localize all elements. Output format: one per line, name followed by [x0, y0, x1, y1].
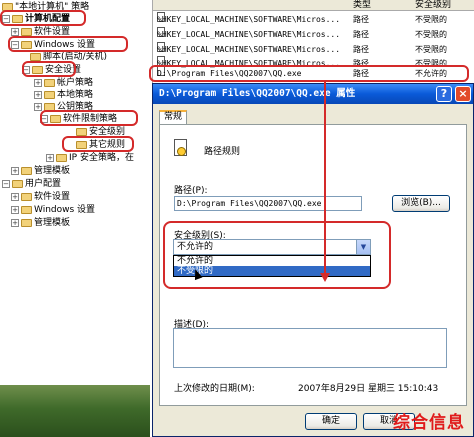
annotation-other-rules: [62, 136, 134, 152]
properties-dialog: D:\Program Files\QQ2007\QQ.exe 属性 ? × 常规…: [152, 83, 474, 437]
folder-icon: [21, 206, 32, 214]
folder-icon: [44, 91, 55, 99]
expand-icon[interactable]: +: [34, 79, 42, 87]
folder-icon: [21, 28, 32, 36]
help-button[interactable]: ?: [436, 86, 452, 102]
expand-icon[interactable]: +: [11, 28, 19, 36]
annotation-security-settings: [22, 61, 76, 77]
list-item[interactable]: %HKEY_LOCAL_MACHINE\SOFTWARE\Micros... 路…: [153, 42, 474, 57]
tree-item-account-policies[interactable]: + 帐户策略: [34, 77, 93, 89]
description-textarea[interactable]: [173, 328, 447, 368]
column-header-security-level[interactable]: 安全级别: [415, 0, 451, 11]
user-icon: [12, 180, 23, 188]
browse-button[interactable]: 浏览(B)...: [392, 195, 450, 212]
desktop-background: [0, 385, 150, 437]
list-header: 类型 安全级别: [153, 0, 474, 11]
list-item[interactable]: %HKEY_LOCAL_MACHINE\SOFTWARE\Micros... 路…: [153, 12, 474, 27]
close-button[interactable]: ×: [455, 86, 471, 102]
expand-icon[interactable]: +: [11, 219, 19, 227]
annotation-arrow: [324, 81, 326, 276]
annotation-qq-rule: [149, 65, 469, 82]
tab-general[interactable]: 常规: [159, 110, 187, 124]
collapse-icon[interactable]: −: [2, 180, 10, 188]
annotation-software-restriction: [40, 110, 138, 126]
tree-item-local-policies[interactable]: + 本地策略: [34, 89, 93, 101]
watermark-logo: 综合信息: [393, 413, 465, 433]
path-label: 路径(P):: [174, 186, 208, 196]
folder-icon: [21, 167, 32, 175]
dialog-title-bar[interactable]: D:\Program Files\QQ2007\QQ.exe 属性: [153, 84, 473, 104]
expand-icon[interactable]: +: [46, 154, 54, 162]
tree-item-user-software-settings[interactable]: + 软件设置: [11, 191, 70, 203]
expand-icon[interactable]: +: [11, 193, 19, 201]
folder-icon: [76, 128, 87, 136]
tree-item-ip-security[interactable]: + IP 安全策略，在: [46, 152, 134, 164]
annotation-computer-config: [0, 10, 86, 26]
scripts-icon: [30, 53, 41, 61]
folder-icon: [21, 219, 32, 227]
folder-icon: [21, 193, 32, 201]
annotation-windows-settings: [8, 36, 128, 52]
list-item[interactable]: %HKEY_LOCAL_MACHINE\SOFTWARE\Micros... 路…: [153, 27, 474, 42]
annotation-arrow-head: [320, 273, 330, 282]
tree-item-user-windows-settings[interactable]: + Windows 设置: [11, 204, 95, 216]
path-input[interactable]: D:\Program Files\QQ2007\QQ.exe: [174, 196, 362, 211]
expand-icon[interactable]: +: [11, 167, 19, 175]
path-rule-icon: [174, 139, 187, 156]
policy-tree: "本地计算机" 策略 − 计算机配置 + 软件设置 − Windows 设置 脚本(启…: [0, 0, 150, 385]
rules-list: 类型 安全级别 %HKEY_LOCAL_MACHINE\SOFTWARE\Mic…: [149, 0, 474, 85]
folder-icon: [44, 79, 55, 87]
tree-item-user-config[interactable]: − 用户配置: [2, 178, 61, 190]
expand-icon[interactable]: +: [34, 91, 42, 99]
tree-item-admin-templates[interactable]: + 管理模板: [11, 165, 70, 177]
last-modified-label: 上次修改的日期(M):: [174, 384, 255, 394]
expand-icon[interactable]: +: [11, 206, 19, 214]
tree-item-user-admin-templates[interactable]: + 管理模板: [11, 217, 70, 229]
expand-icon[interactable]: +: [34, 103, 42, 111]
network-icon: [56, 154, 67, 162]
column-header-type[interactable]: 类型: [353, 0, 371, 11]
ok-button[interactable]: 确定: [305, 413, 357, 430]
rule-type-label: 路径规则: [204, 147, 241, 157]
last-modified-value: 2007年8月29日 星期三 15:10:43: [298, 384, 439, 394]
